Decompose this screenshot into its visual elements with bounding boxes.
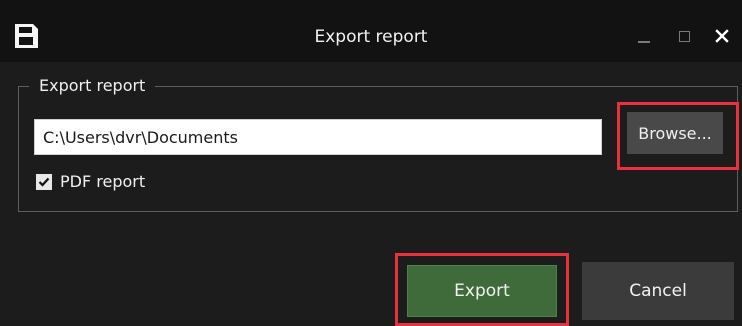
export-report-group: Export report Browse... PDF report [18, 75, 739, 212]
cancel-button[interactable]: Cancel [582, 262, 734, 320]
pdf-report-checkbox[interactable] [36, 174, 52, 190]
close-icon[interactable] [710, 24, 734, 48]
export-button[interactable]: Export [407, 265, 557, 317]
checkmark-icon [38, 177, 50, 187]
export-highlight-box: Export [395, 253, 569, 326]
browse-highlight-box: Browse... [617, 102, 739, 170]
title-bar[interactable]: Export report [0, 0, 742, 62]
export-path-input[interactable] [34, 119, 602, 155]
minimize-icon[interactable] [632, 24, 656, 48]
pdf-report-label: PDF report [60, 172, 146, 191]
browse-button[interactable]: Browse... [627, 112, 723, 154]
group-legend: Export report [29, 75, 156, 97]
pdf-report-checkbox-row[interactable]: PDF report [36, 171, 145, 193]
maximize-icon[interactable] [672, 24, 696, 48]
window-title: Export report [314, 27, 428, 47]
export-report-dialog: Export report Export report Browse... PD… [0, 0, 742, 326]
